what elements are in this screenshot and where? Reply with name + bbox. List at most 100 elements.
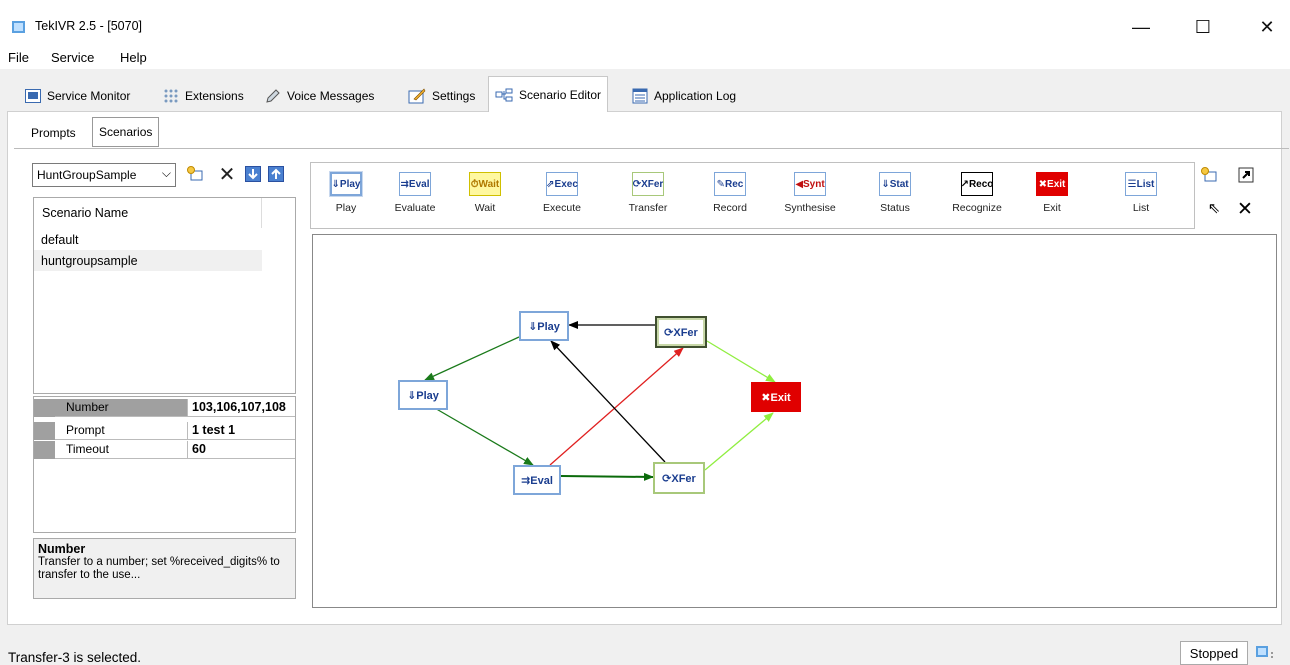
- tab-application-log[interactable]: Application Log: [626, 81, 743, 110]
- chevron-down-icon: ⌵: [161, 166, 171, 180]
- recognize-node-icon: ↗Reco: [961, 172, 993, 196]
- palette-item-execute[interactable]: ⇗Exec Execute: [532, 168, 592, 220]
- monitor-icon: [25, 88, 41, 103]
- property-row[interactable]: Prompt 1 test 1: [34, 422, 295, 440]
- property-key: Number: [55, 399, 188, 417]
- palette-label: Execute: [543, 202, 581, 214]
- column-header-scenario-name[interactable]: Scenario Name: [34, 198, 262, 228]
- status-bar: [0, 636, 1290, 665]
- help-title: Number: [38, 542, 86, 556]
- service-state: Stopped: [1180, 641, 1248, 665]
- node-evaluate-eval[interactable]: ⇉Eval: [513, 465, 561, 495]
- upload-icon: [268, 166, 284, 182]
- settings-icon: [408, 87, 426, 103]
- list-node-icon: ☰List: [1125, 172, 1157, 196]
- tray-icon: [1256, 646, 1273, 658]
- tab-scenario-editor[interactable]: Scenario Editor: [488, 76, 609, 112]
- new-icon: [1201, 167, 1217, 182]
- edge-xfer2-to-play1[interactable]: [550, 340, 666, 463]
- edge-eval-to-xfer1[interactable]: [549, 347, 684, 466]
- log-icon: [632, 88, 648, 103]
- tab-voice-messages[interactable]: Voice Messages: [259, 81, 381, 110]
- property-value[interactable]: 60: [188, 441, 295, 459]
- pointer-tool-button[interactable]: ⇖: [1205, 199, 1223, 217]
- extensions-icon: [164, 89, 178, 102]
- palette-label: Wait: [474, 202, 496, 214]
- title-bar: [0, 0, 1290, 46]
- palette-item-record[interactable]: ✎Rec Record: [700, 168, 760, 220]
- subtab-prompts[interactable]: Prompts: [25, 120, 82, 146]
- add-node-button[interactable]: [1200, 166, 1218, 184]
- subtab-scenarios[interactable]: Scenarios: [92, 117, 160, 147]
- property-key: Prompt: [55, 422, 188, 440]
- window-title: TekIVR 2.5 - [5070]: [35, 19, 143, 33]
- node-exit-exit[interactable]: ✖Exit: [751, 382, 801, 412]
- property-row[interactable]: Number 103,106,107,108: [34, 399, 295, 417]
- palette-label: List: [1132, 202, 1150, 214]
- synthesise-node-icon: ◀Synt: [794, 172, 826, 196]
- delete-scenario-button[interactable]: ✕: [218, 164, 236, 186]
- palette-item-status[interactable]: ⇓Stat Status: [865, 168, 925, 220]
- edge-play1-to-play2[interactable]: [424, 336, 520, 381]
- scenario-canvas[interactable]: ⇓Play ⇓Play ⇉Eval ⟳XFer ⟳XFer ✖Exit: [312, 234, 1277, 608]
- edge-eval-to-xfer2[interactable]: [560, 472, 654, 481]
- palette-label: Record: [713, 202, 747, 214]
- node-transfer-xfer2[interactable]: ⟳XFer: [653, 462, 705, 494]
- tab-extensions[interactable]: Extensions: [157, 81, 250, 110]
- status-node-icon: ⇓Stat: [879, 172, 911, 196]
- close-button[interactable]: ✕: [1244, 10, 1290, 44]
- exit-node-icon: ✖Exit: [1036, 172, 1068, 196]
- edge-xfer1-to-exit[interactable]: [706, 340, 776, 383]
- app-icon: [12, 21, 25, 33]
- popout-icon: [1238, 167, 1254, 183]
- tab-settings[interactable]: Settings: [402, 81, 482, 110]
- tab-service-monitor[interactable]: Service Monitor: [19, 81, 137, 110]
- palette-label: Synthesise: [784, 202, 836, 214]
- palette-item-play[interactable]: ⇓Play Play: [316, 168, 376, 220]
- delete-icon: ✕: [1237, 198, 1253, 220]
- record-node-icon: ✎Rec: [714, 172, 746, 196]
- minimize-button[interactable]: —: [1118, 10, 1164, 44]
- node-play-play1[interactable]: ⇓Play: [519, 311, 569, 341]
- property-key: Timeout: [55, 441, 188, 459]
- menu-file[interactable]: File: [8, 50, 29, 65]
- import-scenario-button[interactable]: [244, 165, 262, 183]
- palette-item-recognize[interactable]: ↗Reco Recognize: [947, 168, 1007, 220]
- palette-item-synthesise[interactable]: ◀Synt Synthesise: [780, 168, 840, 220]
- cursor-icon: ⇖: [1207, 200, 1221, 217]
- edge-play2-to-eval[interactable]: [432, 406, 534, 466]
- node-transfer-xfer1[interactable]: ⟳XFer: [655, 316, 707, 348]
- list-item[interactable]: default: [34, 229, 262, 250]
- list-item[interactable]: huntgroupsample: [34, 250, 262, 271]
- transfer-node-icon: ⟳XFer: [632, 172, 664, 196]
- new-scenario-button[interactable]: [186, 165, 204, 183]
- property-row[interactable]: Timeout 60: [34, 441, 295, 459]
- palette-item-list[interactable]: ☰List List: [1111, 168, 1171, 220]
- menu-service[interactable]: Service: [51, 50, 94, 65]
- scenario-select[interactable]: HuntGroupSample ⌵: [32, 163, 176, 187]
- palette-label: Exit: [1043, 202, 1061, 214]
- node-play-play2[interactable]: ⇓Play: [398, 380, 448, 410]
- delete-node-button[interactable]: ✕: [1236, 198, 1254, 220]
- popout-button[interactable]: [1237, 166, 1255, 184]
- evaluate-node-icon: ⇉Eval: [399, 172, 431, 196]
- palette-item-transfer[interactable]: ⟳XFer Transfer: [618, 168, 678, 220]
- download-icon: [245, 166, 261, 182]
- menu-help[interactable]: Help: [120, 50, 147, 65]
- palette-item-exit[interactable]: ✖Exit Exit: [1022, 168, 1082, 220]
- edge-xfer2-to-exit[interactable]: [704, 412, 774, 471]
- play-node-icon: ⇓Play: [329, 171, 363, 197]
- wait-node-icon: ⏱Wait: [469, 172, 501, 196]
- palette-label: Status: [880, 202, 910, 214]
- maximize-button[interactable]: ☐: [1180, 10, 1226, 44]
- new-icon: [187, 166, 203, 181]
- property-value[interactable]: 103,106,107,108: [188, 399, 295, 417]
- export-scenario-button[interactable]: [267, 165, 285, 183]
- property-value[interactable]: 1 test 1: [188, 422, 295, 440]
- help-text: Transfer to a number; set %received_digi…: [38, 556, 280, 581]
- palette-item-wait[interactable]: ⏱Wait Wait: [455, 168, 515, 220]
- execute-node-icon: ⇗Exec: [546, 172, 578, 196]
- palette-item-evaluate[interactable]: ⇉Eval Evaluate: [385, 168, 445, 220]
- delete-icon: ✕: [218, 163, 236, 186]
- menu-bar: [0, 46, 1290, 70]
